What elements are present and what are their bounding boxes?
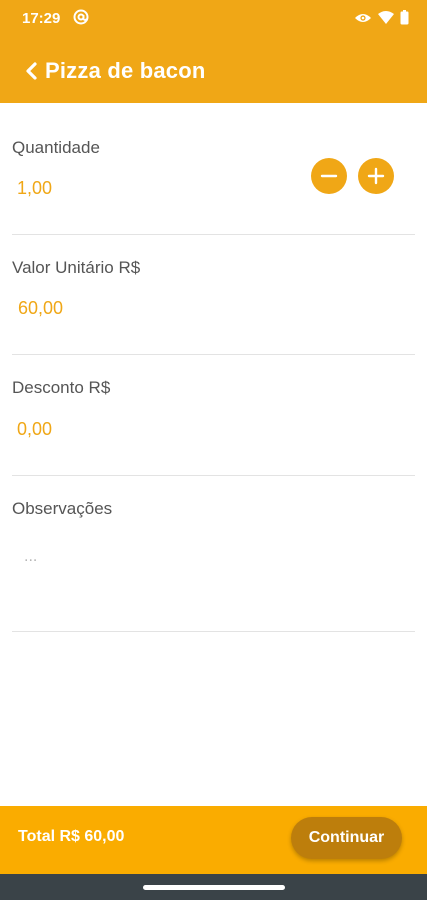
observacoes-input[interactable]: ... xyxy=(24,548,37,566)
divider xyxy=(12,354,415,355)
valor-unitario-label: Valor Unitário R$ xyxy=(12,258,141,277)
app-header: 17:29 Pizza de bacon xyxy=(0,0,427,103)
desconto-input[interactable]: 0,00 xyxy=(17,419,52,440)
increase-quantity-button[interactable] xyxy=(358,158,394,194)
total-amount: Total R$ 60,00 xyxy=(18,828,125,845)
back-arrow-icon[interactable] xyxy=(24,60,40,82)
desconto-label: Desconto R$ xyxy=(12,378,111,397)
minus-icon xyxy=(320,174,338,178)
divider xyxy=(12,234,415,235)
system-nav-bar xyxy=(0,874,427,900)
decrease-quantity-button[interactable] xyxy=(311,158,347,194)
status-bar: 17:29 xyxy=(0,0,427,36)
observacoes-label: Observações xyxy=(12,499,113,518)
page-title: Pizza de bacon xyxy=(45,58,206,83)
home-indicator[interactable] xyxy=(143,885,285,890)
status-time: 17:29 xyxy=(22,10,61,27)
at-sign-icon xyxy=(73,9,89,25)
quantidade-input[interactable]: 1,00 xyxy=(17,178,52,199)
eye-icon xyxy=(355,13,371,22)
status-icons xyxy=(354,10,409,25)
wifi-icon xyxy=(378,11,394,24)
quantidade-label: Quantidade xyxy=(12,138,100,157)
divider xyxy=(12,631,415,632)
divider xyxy=(12,475,415,476)
battery-icon xyxy=(400,10,409,25)
continue-button[interactable]: Continuar xyxy=(291,817,402,859)
plus-icon xyxy=(367,167,385,185)
valor-unitario-input[interactable]: 60,00 xyxy=(18,298,63,319)
bottom-bar: Total R$ 60,00 Continuar xyxy=(0,806,427,874)
